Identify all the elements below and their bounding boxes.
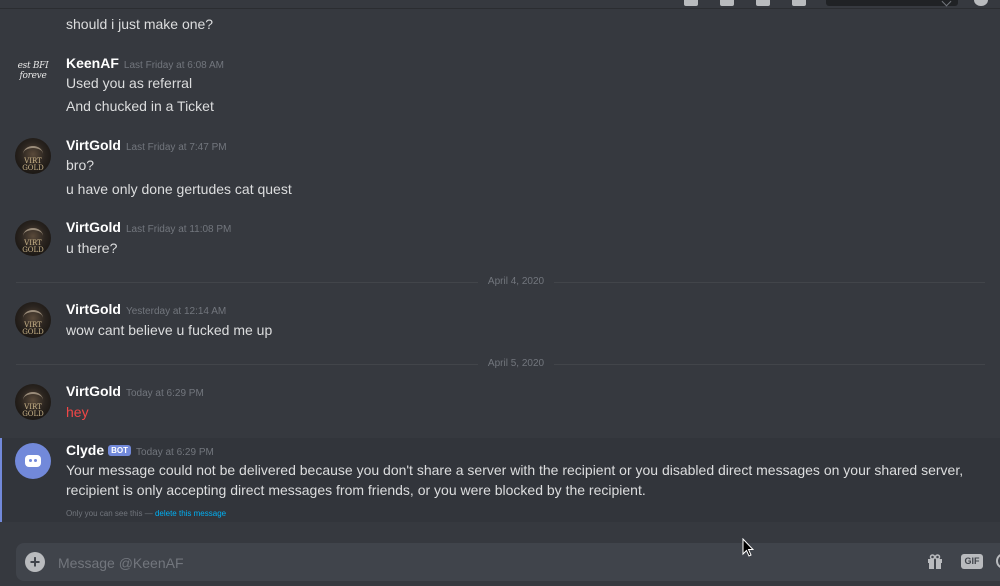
avatar[interactable]: est BFI foreve — [15, 61, 51, 85]
avatar-text: VIRT GOLD — [22, 239, 44, 254]
avatar[interactable]: VIRT GOLD — [15, 302, 51, 338]
message-text: Your message could not be delivered beca… — [66, 462, 964, 498]
timestamp: Today at 6:29 PM — [136, 447, 214, 458]
avatar[interactable] — [15, 443, 51, 479]
avatar-text: VIRT GOLD — [22, 321, 44, 336]
message-text: Used you as referral — [66, 75, 193, 91]
avatar-text: est BFI — [17, 61, 49, 71]
avatar-text: foreve — [19, 71, 47, 81]
message-text: bro? — [66, 157, 95, 173]
avatar[interactable]: VIRT GOLD — [15, 138, 51, 174]
avatar[interactable]: VIRT GOLD — [15, 220, 51, 256]
message-text: wow cant believe u fucked me up — [66, 322, 273, 338]
message-input[interactable] — [56, 551, 880, 575]
avatar-text: VIRT GOLD — [22, 157, 44, 172]
message-text: u have only done gertudes cat quest — [66, 181, 292, 197]
username[interactable]: VirtGold — [66, 137, 121, 153]
message-composer: + GIF — [16, 543, 1000, 581]
date-divider-label: April 4, 2020 — [478, 276, 554, 288]
username[interactable]: KeenAF — [66, 55, 119, 71]
timestamp: Last Friday at 6:08 AM — [123, 60, 224, 71]
avatar-text: VIRT GOLD — [22, 403, 44, 418]
ephemeral-notice: Only you can see this — delete this mess… — [66, 509, 226, 518]
ephemeral-accent-bar — [0, 438, 2, 522]
timestamp: Last Friday at 11:08 PM — [125, 224, 232, 235]
username[interactable]: VirtGold — [66, 301, 121, 317]
upload-plus-button[interactable]: + — [25, 552, 45, 572]
message-text: u there? — [66, 240, 118, 256]
gift-icon[interactable] — [927, 554, 943, 569]
message-text: hey — [66, 404, 89, 420]
mouse-cursor-icon — [742, 538, 754, 557]
message-text: should i just make one? — [66, 16, 214, 32]
timestamp: Today at 6:29 PM — [125, 388, 204, 399]
delete-message-link[interactable]: delete this message — [155, 509, 226, 518]
message-text: And chucked in a Ticket — [66, 98, 214, 114]
ephemeral-note: Only you can see this — — [66, 509, 153, 518]
avatar[interactable]: VIRT GOLD — [15, 384, 51, 420]
message-list[interactable]: should i just make one? est BFI foreve K… — [0, 0, 1000, 540]
clyde-bot-icon — [25, 455, 41, 467]
timestamp: Yesterday at 12:14 AM — [125, 306, 227, 317]
date-divider-label: April 5, 2020 — [478, 358, 554, 370]
timestamp: Last Friday at 7:47 PM — [125, 142, 227, 153]
gif-button[interactable]: GIF — [961, 554, 983, 569]
username[interactable]: VirtGold — [66, 383, 121, 399]
bot-badge: BOT — [108, 445, 132, 456]
username[interactable]: Clyde — [66, 442, 104, 458]
username[interactable]: VirtGold — [66, 219, 121, 235]
emoji-icon[interactable] — [996, 553, 1000, 569]
